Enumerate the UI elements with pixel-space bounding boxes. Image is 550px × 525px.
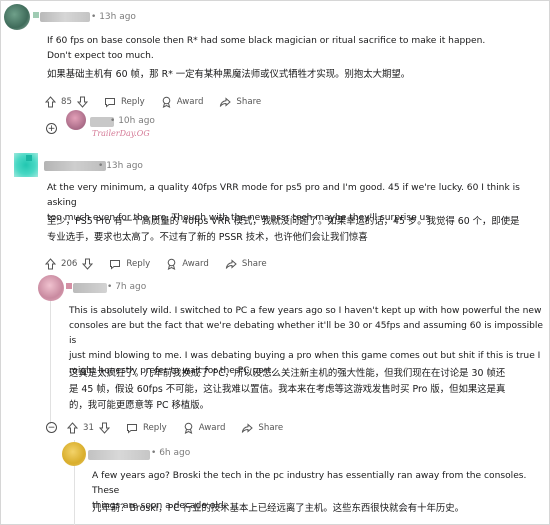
share-icon xyxy=(225,258,237,269)
comment-actions: 206 Reply Award Share xyxy=(45,256,283,272)
comment-timestamp: • 13h ago xyxy=(91,12,136,22)
share-button[interactable]: Share xyxy=(241,422,284,434)
avatar[interactable] xyxy=(66,110,86,130)
share-label: Share xyxy=(258,423,284,433)
award-button[interactable]: Award xyxy=(161,96,204,108)
timestamp-text: 13h ago xyxy=(99,12,136,22)
avatar xyxy=(26,155,32,161)
text-line: consoles are but the fact that we're deb… xyxy=(69,321,543,346)
collapse-thread-button[interactable]: − xyxy=(46,422,57,433)
award-label: Award xyxy=(176,97,204,107)
separator-dot: • xyxy=(91,12,97,22)
reply-icon xyxy=(104,97,115,108)
comment-text-zh: 几年前？Broski，PC 行业的技术基本上已经远离了主机。这些东西很快就会有十… xyxy=(92,503,465,514)
text-line: 专业选手，要求也太高了。不过有了新的 PSSR 技术，也许他们会让我们惊喜 xyxy=(47,232,368,243)
avatar xyxy=(33,12,39,18)
comment-text-zh: 至少，PS5 Pro 有一个高质量的 40fps VRR 模式，我就没问题了。如… xyxy=(47,214,542,246)
avatar[interactable] xyxy=(4,4,30,30)
text-line: At the very minimum, a quality 40fps VRR… xyxy=(47,183,520,208)
avatar[interactable] xyxy=(38,275,64,301)
award-icon xyxy=(167,258,176,270)
vote-control: 31 xyxy=(67,422,110,434)
award-label: Award xyxy=(198,423,226,433)
avatar[interactable] xyxy=(62,442,86,466)
vote-count: 206 xyxy=(61,259,78,269)
reply-button[interactable]: Reply xyxy=(126,423,167,434)
share-label: Share xyxy=(236,97,262,107)
share-button[interactable]: Share xyxy=(225,258,267,270)
vote-count: 85 xyxy=(61,97,72,107)
thread-line[interactable] xyxy=(50,288,51,424)
text-line: 这真是太疯狂了。几年前我换成了 PC，所以没怎么关注新主机的强大性能，但我们现在… xyxy=(69,368,506,379)
reply-icon xyxy=(110,259,121,270)
reply-label: Reply xyxy=(126,259,151,269)
text-line: 至少，PS5 Pro 有一个高质量的 40fps VRR 模式，我就没问题了。如… xyxy=(47,216,520,227)
award-button[interactable]: Award xyxy=(183,422,226,434)
share-button[interactable]: Share xyxy=(219,96,262,108)
expand-thread-button[interactable]: + xyxy=(46,123,57,134)
username-blurred[interactable] xyxy=(88,450,150,460)
reply-icon xyxy=(126,423,137,434)
comment-actions: 31 Reply Award Share xyxy=(67,420,299,436)
share-icon xyxy=(242,422,254,433)
separator-dot: • xyxy=(98,161,104,171)
share-label: Share xyxy=(241,259,267,269)
upvote-icon[interactable] xyxy=(67,422,78,434)
vote-control: 206 xyxy=(45,258,94,270)
upvote-icon[interactable] xyxy=(45,96,56,108)
reply-label: Reply xyxy=(142,423,167,433)
vote-count: 31 xyxy=(83,423,94,433)
separator-dot: • xyxy=(110,116,116,126)
username-blurred[interactable] xyxy=(44,161,106,171)
username-blurred[interactable] xyxy=(40,12,90,22)
text-line: 是 45 帧，假设 60fps 不可能，这让我难以置信。我本来在考虑等这游戏发售… xyxy=(69,384,506,395)
upvote-icon[interactable] xyxy=(45,258,56,270)
text-line: A few years ago? Broski the tech in the … xyxy=(92,471,527,496)
comment-timestamp: • 6h ago xyxy=(151,448,190,458)
text-line: just mind blowing to me. I was debating … xyxy=(69,351,541,361)
comment-text-zh: 如果基础主机有 60 帧，那 R* 一定有某种黑魔法师或仪式牺牲才实现。别抱太大… xyxy=(47,69,411,80)
separator-dot: • xyxy=(151,448,157,458)
award-icon xyxy=(162,96,171,108)
award-icon xyxy=(184,422,193,434)
timestamp-text: 13h ago xyxy=(106,161,143,171)
comment-text-zh: 这真是太疯狂了。几年前我换成了 PC，所以没怎么关注新主机的强大性能，但我们现在… xyxy=(69,366,547,414)
username-blurred[interactable] xyxy=(73,283,107,293)
comment-timestamp: • 13h ago xyxy=(98,161,143,171)
separator-dot: • xyxy=(107,282,113,292)
comment-text-en: If 60 fps on base console then R* had so… xyxy=(47,36,486,61)
downvote-icon[interactable] xyxy=(76,96,88,108)
avatar xyxy=(66,283,72,289)
text-line: 的，我可能更愿意等 PC 移植版。 xyxy=(69,400,210,411)
comment-timestamp: • 10h ago xyxy=(110,116,155,126)
timestamp-text: 6h ago xyxy=(159,448,191,458)
timestamp-text: 7h ago xyxy=(115,282,147,292)
comment-actions: 85 Reply Award Share xyxy=(45,94,277,110)
downvote-icon[interactable] xyxy=(82,258,94,270)
reply-button[interactable]: Reply xyxy=(104,97,145,108)
award-button[interactable]: Award xyxy=(166,258,209,270)
vote-control: 85 xyxy=(45,96,88,108)
reply-label: Reply xyxy=(120,97,145,107)
reply-button[interactable]: Reply xyxy=(109,259,150,270)
comment-timestamp: • 7h ago xyxy=(107,282,146,292)
text-line: This is absolutely wild. I switched to P… xyxy=(69,306,542,316)
share-icon xyxy=(220,96,232,107)
user-flair: TrailerDay.OG xyxy=(92,129,150,138)
timestamp-text: 10h ago xyxy=(118,116,155,126)
award-label: Award xyxy=(182,259,209,269)
downvote-icon[interactable] xyxy=(98,422,110,434)
